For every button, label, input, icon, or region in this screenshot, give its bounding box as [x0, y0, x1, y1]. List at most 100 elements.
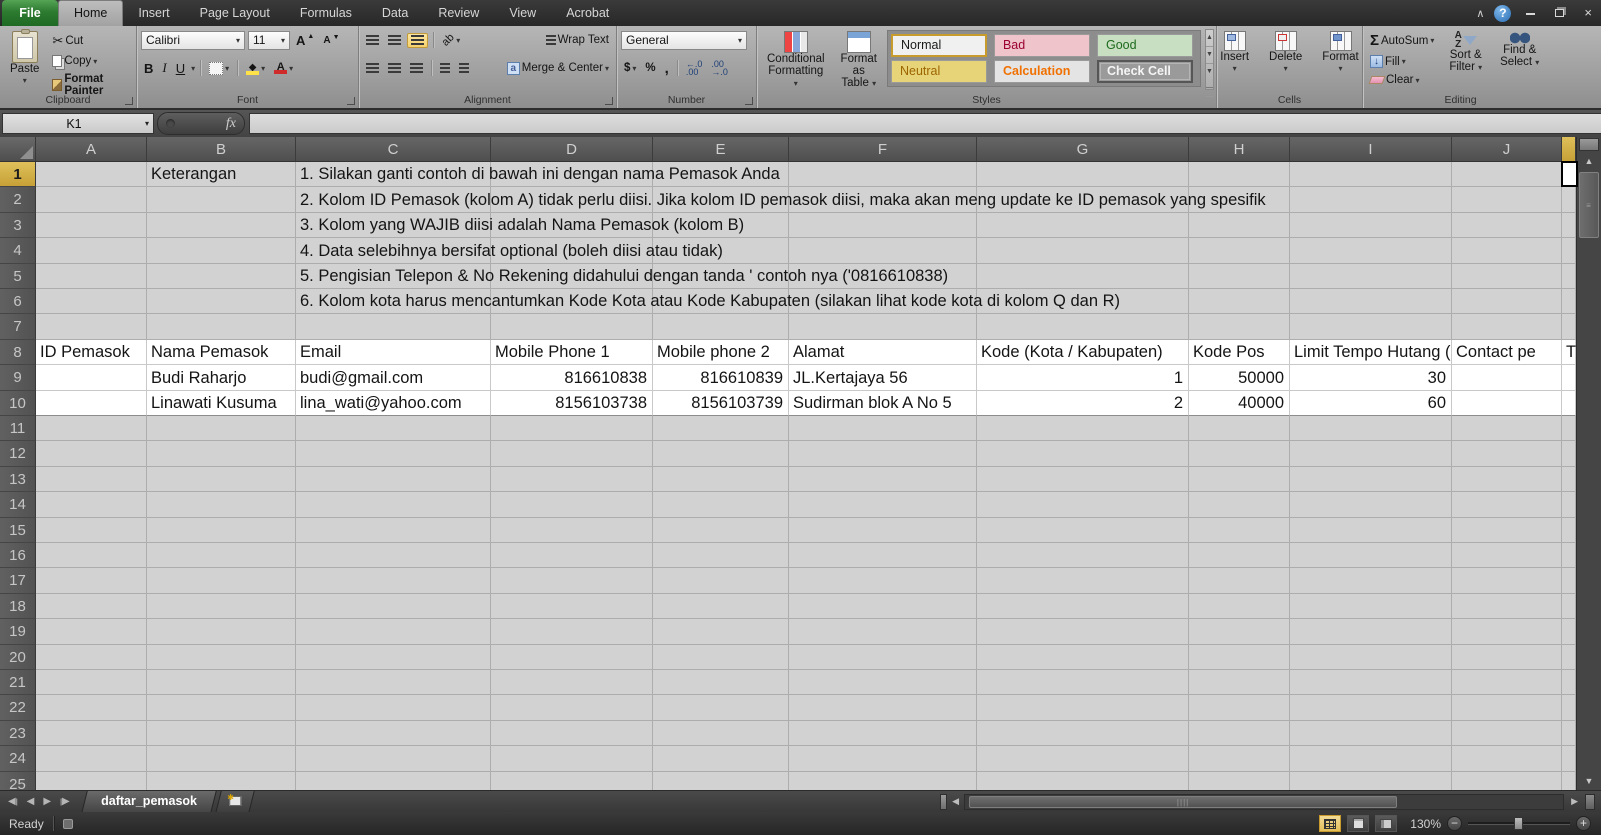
- increase-decimal-button[interactable]: ←.0.00: [683, 59, 706, 77]
- insert-function-button[interactable]: fx: [157, 112, 245, 135]
- column-header-D[interactable]: D: [491, 137, 653, 162]
- styles-gallery-scrollbar[interactable]: ▲ ▼ ▼—: [1205, 29, 1214, 90]
- conditional-formatting-button[interactable]: ConditionalFormatting ▾: [761, 29, 831, 92]
- merge-center-button[interactable]: aMerge & Center▾: [504, 61, 612, 76]
- align-right-button[interactable]: [407, 62, 426, 75]
- style-bad[interactable]: Bad: [994, 34, 1090, 57]
- cell-I10[interactable]: 60: [1290, 391, 1452, 416]
- paste-button[interactable]: Paste▾: [4, 29, 45, 98]
- row-header-20[interactable]: 20: [0, 645, 36, 670]
- horizontal-scrollbar[interactable]: ||||: [964, 794, 1564, 810]
- font-size-select[interactable]: 11▾: [248, 31, 290, 50]
- cell-B10[interactable]: Linawati Kusuma: [147, 391, 296, 416]
- cell-I9[interactable]: 30: [1290, 365, 1452, 390]
- row-header-15[interactable]: 15: [0, 518, 36, 543]
- align-center-button[interactable]: [385, 62, 404, 75]
- column-header-E[interactable]: E: [653, 137, 789, 162]
- page-break-view-button[interactable]: [1375, 815, 1397, 832]
- sort-filter-button[interactable]: AZ Sort &Filter ▾: [1443, 29, 1488, 87]
- cell-E9[interactable]: 816610839: [653, 365, 789, 390]
- column-header-A[interactable]: A: [36, 137, 147, 162]
- row-header-14[interactable]: 14: [0, 492, 36, 517]
- cell-C4[interactable]: 4. Data selebihnya bersifat optional (bo…: [296, 238, 729, 263]
- tab-formulas[interactable]: Formulas: [285, 0, 367, 26]
- grow-font-button[interactable]: A▲: [293, 32, 317, 49]
- cell-B9[interactable]: Budi Raharjo: [147, 365, 296, 390]
- zoom-slider[interactable]: [1468, 822, 1570, 825]
- restore-button[interactable]: [1550, 0, 1569, 26]
- name-box-dropdown-icon[interactable]: ▾: [145, 119, 149, 128]
- cell-C3[interactable]: 3. Kolom yang WAJIB diisi adalah Nama Pe…: [296, 213, 750, 238]
- cell-C6[interactable]: 6. Kolom kota harus mencantumkan Kode Ko…: [296, 289, 1126, 314]
- italic-button[interactable]: I: [159, 59, 169, 77]
- zoom-slider-thumb[interactable]: [1514, 817, 1523, 830]
- cell-A8[interactable]: ID Pemasok: [36, 340, 147, 365]
- column-header-F[interactable]: F: [789, 137, 977, 162]
- zoom-in-icon[interactable]: +: [1576, 816, 1591, 831]
- tab-split-handle[interactable]: [940, 794, 947, 810]
- comma-style-button[interactable]: ,: [662, 59, 672, 78]
- row-header-9[interactable]: 9: [0, 365, 36, 390]
- percent-style-button[interactable]: %: [642, 61, 658, 75]
- row-header-19[interactable]: 19: [0, 619, 36, 644]
- clipboard-dialog-launcher[interactable]: [125, 97, 133, 105]
- cell-F8[interactable]: Alamat: [789, 340, 977, 365]
- scroll-down-icon[interactable]: ▼: [1577, 772, 1601, 790]
- tab-page-layout[interactable]: Page Layout: [185, 0, 285, 26]
- cell-I8[interactable]: Limit Tempo Hutang (: [1290, 340, 1452, 365]
- vertical-scrollbar-thumb[interactable]: ≡: [1579, 172, 1599, 238]
- font-name-select[interactable]: Calibri▾: [141, 31, 245, 50]
- style-normal[interactable]: Normal: [891, 34, 987, 57]
- style-good[interactable]: Good: [1097, 34, 1193, 57]
- formula-input[interactable]: [249, 113, 1601, 134]
- row-header-10[interactable]: 10: [0, 391, 36, 416]
- column-header-C[interactable]: C: [296, 137, 491, 162]
- gallery-down-icon[interactable]: ▼: [1206, 47, 1213, 64]
- cell-H9[interactable]: 50000: [1189, 365, 1290, 390]
- gallery-up-icon[interactable]: ▲: [1206, 30, 1213, 47]
- cell-J8[interactable]: Contact pe: [1452, 340, 1562, 365]
- row-header-23[interactable]: 23: [0, 721, 36, 746]
- decrease-decimal-button[interactable]: .00→.0: [708, 59, 731, 77]
- wrap-text-button[interactable]: Wrap Text: [543, 33, 612, 47]
- normal-view-button[interactable]: [1319, 815, 1341, 832]
- shrink-font-button[interactable]: A▼: [320, 34, 342, 47]
- file-tab[interactable]: File: [2, 0, 58, 26]
- cut-button[interactable]: ✂Cut: [49, 32, 132, 50]
- zoom-out-icon[interactable]: −: [1447, 816, 1462, 831]
- style-calculation[interactable]: Calculation: [994, 60, 1090, 83]
- tab-home[interactable]: Home: [58, 0, 123, 26]
- row-header-22[interactable]: 22: [0, 695, 36, 720]
- tab-view[interactable]: View: [494, 0, 551, 26]
- cell-H10[interactable]: 40000: [1189, 391, 1290, 416]
- delete-cells-button[interactable]: Delete▾: [1263, 29, 1308, 77]
- font-color-button[interactable]: A▾: [271, 62, 296, 75]
- autosum-button[interactable]: ΣAutoSum▾: [1367, 31, 1437, 50]
- row-header-1[interactable]: 1: [0, 162, 36, 187]
- help-icon[interactable]: ?: [1494, 5, 1511, 22]
- row-header-21[interactable]: 21: [0, 670, 36, 695]
- top-align-button[interactable]: [363, 34, 382, 47]
- hscroll-left-icon[interactable]: ◀: [947, 796, 964, 807]
- prev-sheet-icon[interactable]: ◀: [27, 796, 35, 807]
- cell-D8[interactable]: Mobile Phone 1: [491, 340, 653, 365]
- last-sheet-icon[interactable]: |▶: [60, 796, 70, 807]
- column-header-B[interactable]: B: [147, 137, 296, 162]
- decrease-indent-button[interactable]: [437, 62, 453, 75]
- row-header-2[interactable]: 2: [0, 187, 36, 212]
- tab-acrobat[interactable]: Acrobat: [551, 0, 624, 26]
- next-sheet-icon[interactable]: ▶: [43, 796, 51, 807]
- row-header-12[interactable]: 12: [0, 441, 36, 466]
- alignment-dialog-launcher[interactable]: [605, 97, 613, 105]
- cell-C5[interactable]: 5. Pengisian Telepon & No Rekening didah…: [296, 264, 954, 289]
- close-button[interactable]: ×: [1579, 0, 1597, 26]
- tab-data[interactable]: Data: [367, 0, 423, 26]
- row-header-8[interactable]: 8: [0, 340, 36, 365]
- hscroll-right-icon[interactable]: ▶: [1566, 796, 1583, 807]
- row-header-17[interactable]: 17: [0, 568, 36, 593]
- row-header-7[interactable]: 7: [0, 314, 36, 339]
- cell-B1[interactable]: Keterangan: [147, 162, 296, 187]
- number-format-select[interactable]: General▾: [621, 31, 747, 50]
- number-dialog-launcher[interactable]: [745, 97, 753, 105]
- tab-review[interactable]: Review: [423, 0, 494, 26]
